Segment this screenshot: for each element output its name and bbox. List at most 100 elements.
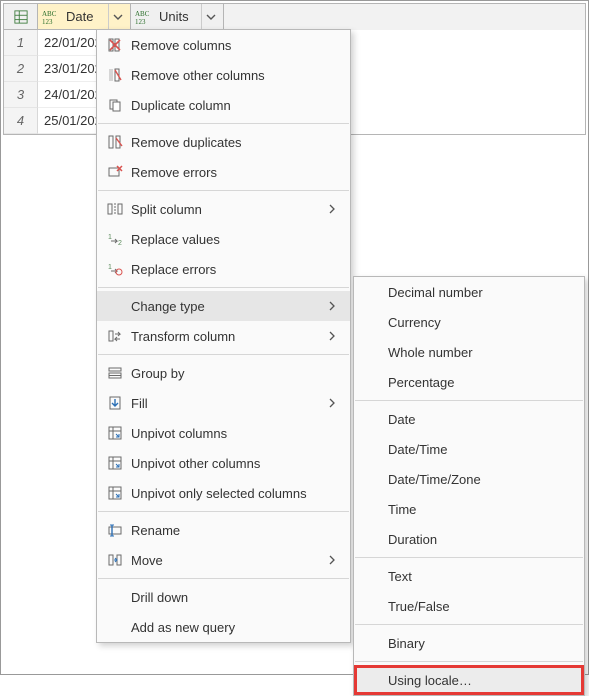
type-item-duration[interactable]: Duration	[354, 524, 584, 554]
submenu-arrow-icon	[328, 398, 336, 408]
menu-item-label: Replace errors	[127, 262, 340, 277]
type-item-true-false[interactable]: True/False	[354, 591, 584, 621]
type-item-date-time[interactable]: Date/Time	[354, 434, 584, 464]
type-item-time[interactable]: Time	[354, 494, 584, 524]
submenu-arrow-icon	[328, 204, 340, 214]
split-icon	[103, 201, 127, 217]
type-item-date[interactable]: Date	[354, 404, 584, 434]
menu-item-label: Change type	[127, 299, 328, 314]
replace-err-icon: 1	[107, 261, 123, 277]
row-index[interactable]: 3	[4, 82, 38, 108]
menu-separator	[98, 190, 349, 191]
fill-icon	[107, 395, 123, 411]
type-item-currency[interactable]: Currency	[354, 307, 584, 337]
remove-dup-icon	[107, 134, 123, 150]
menu-item-group-by[interactable]: Group by	[97, 358, 350, 388]
table-icon	[14, 10, 28, 24]
column-filter-dropdown[interactable]	[201, 4, 219, 29]
menu-separator	[98, 287, 349, 288]
row-index[interactable]: 1	[4, 30, 38, 56]
transform-icon	[107, 328, 123, 344]
menu-item-label: Binary	[384, 636, 574, 651]
type-item-percentage[interactable]: Percentage	[354, 367, 584, 397]
submenu-arrow-icon	[328, 331, 340, 341]
row-index[interactable]: 4	[4, 108, 38, 134]
menu-item-label: Add as new query	[127, 620, 340, 635]
menu-item-label: Date/Time/Zone	[384, 472, 574, 487]
remove-col-icon	[103, 37, 127, 53]
grid-corner[interactable]	[4, 4, 38, 30]
menu-item-unpivot-only-selected-columns[interactable]: Unpivot only selected columns	[97, 478, 350, 508]
menu-item-drill-down[interactable]: Drill down	[97, 582, 350, 612]
menu-item-split-column[interactable]: Split column	[97, 194, 350, 224]
menu-item-duplicate-column[interactable]: Duplicate column	[97, 90, 350, 120]
remove-err-icon	[107, 164, 123, 180]
menu-separator	[355, 400, 583, 401]
menu-item-label: Remove errors	[127, 165, 340, 180]
menu-item-label: Text	[384, 569, 574, 584]
menu-item-remove-columns[interactable]: Remove columns	[97, 30, 350, 60]
menu-separator	[98, 354, 349, 355]
change-type-submenu: Decimal number Currency Whole number Percen…	[353, 276, 585, 696]
context-menu: Remove columnsRemove other columns Duplic…	[96, 29, 351, 643]
column-filter-dropdown[interactable]	[108, 4, 126, 29]
transform-icon	[103, 328, 127, 344]
submenu-arrow-icon	[328, 301, 336, 311]
column-header-units[interactable]: ABC 123 Units	[131, 4, 224, 30]
type-item-decimal-number[interactable]: Decimal number	[354, 277, 584, 307]
split-icon	[107, 201, 123, 217]
menu-item-remove-other-columns[interactable]: Remove other columns	[97, 60, 350, 90]
menu-item-unpivot-other-columns[interactable]: Unpivot other columns	[97, 448, 350, 478]
type-item-text[interactable]: Text	[354, 561, 584, 591]
menu-item-replace-values[interactable]: 12Replace values	[97, 224, 350, 254]
menu-item-label: Remove duplicates	[127, 135, 340, 150]
replace-err-icon: 1	[103, 261, 127, 277]
submenu-arrow-icon	[328, 555, 336, 565]
menu-item-change-type[interactable]: Change type	[97, 291, 350, 321]
menu-item-move[interactable]: Move	[97, 545, 350, 575]
type-item-binary[interactable]: Binary	[354, 628, 584, 658]
grid-header: ABC 123Date ABC 123 Units	[4, 4, 585, 30]
menu-item-label: Currency	[384, 315, 574, 330]
group-icon	[107, 365, 123, 381]
remove-dup-icon	[103, 134, 127, 150]
unpivot-icon	[103, 485, 127, 501]
menu-item-label: Fill	[127, 396, 328, 411]
menu-item-label: Unpivot columns	[127, 426, 340, 441]
menu-separator	[355, 661, 583, 662]
type-item-date-time-zone[interactable]: Date/Time/Zone	[354, 464, 584, 494]
svg-text:2: 2	[118, 240, 122, 247]
menu-item-rename[interactable]: Rename	[97, 515, 350, 545]
menu-item-remove-errors[interactable]: Remove errors	[97, 157, 350, 187]
menu-item-remove-duplicates[interactable]: Remove duplicates	[97, 127, 350, 157]
menu-item-transform-column[interactable]: Transform column	[97, 321, 350, 351]
column-name: Units	[159, 9, 201, 24]
duplicate-icon	[107, 97, 123, 113]
menu-separator	[98, 123, 349, 124]
column-header-date[interactable]: ABC 123Date	[38, 4, 131, 30]
replace-val-icon: 12	[107, 231, 123, 247]
menu-item-replace-errors[interactable]: 1 Replace errors	[97, 254, 350, 284]
chevron-down-icon	[206, 12, 216, 22]
menu-item-label: Time	[384, 502, 574, 517]
type-abc123-icon: ABC 123	[135, 9, 155, 25]
type-indicator[interactable]: ABC 123	[135, 9, 155, 25]
menu-item-fill[interactable]: Fill	[97, 388, 350, 418]
row-index[interactable]: 2	[4, 56, 38, 82]
menu-item-unpivot-columns[interactable]: Unpivot columns	[97, 418, 350, 448]
svg-text:123: 123	[135, 18, 146, 25]
svg-text:ABC: ABC	[135, 10, 150, 18]
type-indicator[interactable]: ABC 123	[42, 9, 62, 25]
replace-val-icon: 12	[103, 231, 127, 247]
type-item-using-locale[interactable]: Using locale…	[354, 665, 584, 695]
group-icon	[103, 365, 127, 381]
menu-item-label: Duplicate column	[127, 98, 340, 113]
type-item-whole-number[interactable]: Whole number	[354, 337, 584, 367]
move-icon	[107, 552, 123, 568]
svg-text:1: 1	[108, 264, 112, 271]
menu-separator	[98, 578, 349, 579]
chevron-down-icon	[113, 12, 123, 22]
rename-icon	[103, 522, 127, 538]
menu-item-add-as-new-query[interactable]: Add as new query	[97, 612, 350, 642]
menu-item-label: Whole number	[384, 345, 574, 360]
